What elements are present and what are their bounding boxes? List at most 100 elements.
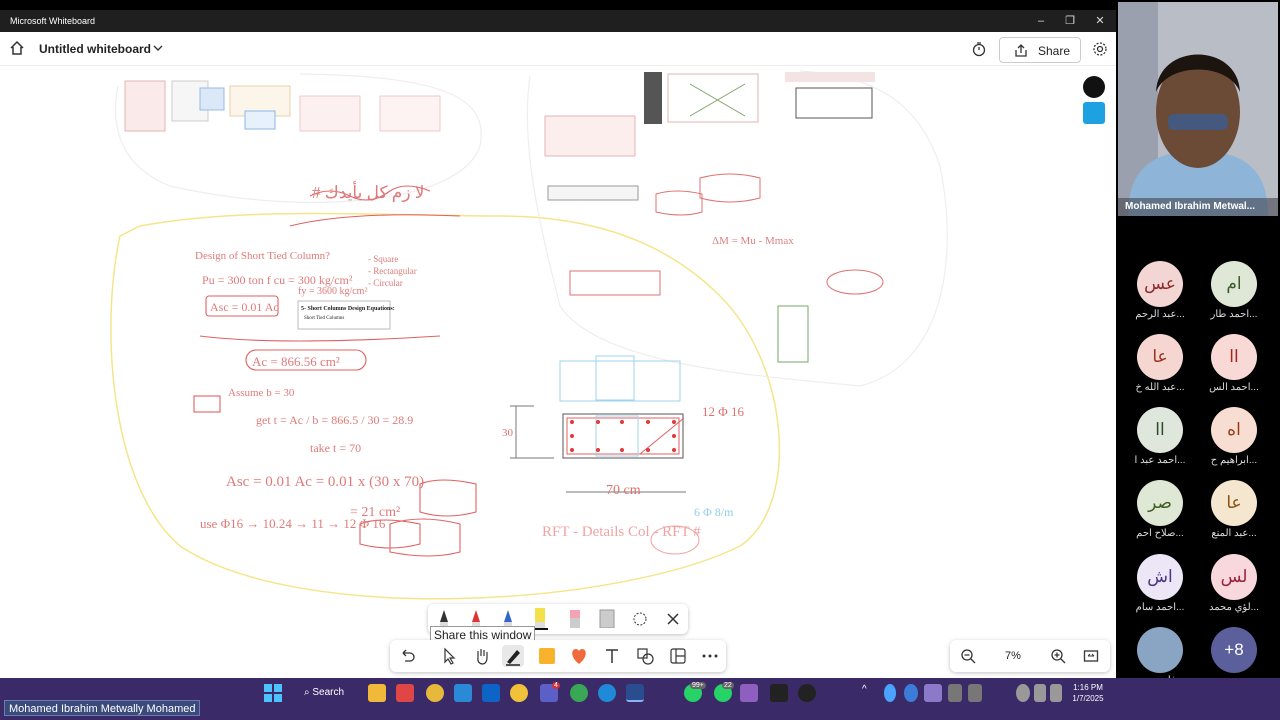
attendee-tile[interactable]: عا عبد المنع... [1204, 480, 1264, 539]
attendee-name: عبد الله خ... [1135, 382, 1185, 393]
zoom-in-icon[interactable] [1050, 648, 1066, 664]
lasso-icon[interactable] [632, 611, 648, 627]
pen-red-icon[interactable] [470, 608, 482, 628]
attendee-tile[interactable]: ام احمد طار... [1204, 261, 1264, 320]
group-outline-left [115, 73, 482, 203]
attendee-name: احمد سام... [1135, 602, 1185, 613]
attendee-avatar: اا [1137, 407, 1183, 453]
battery-icon[interactable] [1050, 684, 1062, 702]
attendee-name: ابراهيم ح... [1210, 455, 1258, 466]
keyboard-icon[interactable] [948, 684, 962, 702]
chevron-down-icon[interactable] [152, 41, 164, 55]
note-rect: - Rectangular [368, 266, 417, 276]
zoom-level: 7% [1005, 650, 1021, 662]
pen-blue-icon[interactable] [502, 608, 514, 628]
attendee-tile[interactable]: لس لؤي محمد... [1204, 554, 1264, 613]
sticky-notes-icon[interactable] [1083, 102, 1105, 124]
templates-icon[interactable] [667, 645, 689, 667]
presenter-video: Mohamed Ibrahim Metwal... [1118, 2, 1278, 216]
app-red-icon[interactable] [396, 684, 414, 702]
document-title[interactable]: Untitled whiteboard [39, 42, 151, 56]
chrome-profile-icon[interactable] [570, 684, 588, 702]
share-label: Share [1038, 44, 1071, 58]
tray-app-icon[interactable] [904, 684, 918, 702]
search-label: Search [312, 687, 345, 698]
eq-subtitle: Short Tied Columns [304, 316, 344, 321]
display-icon[interactable] [968, 684, 982, 702]
home-icon[interactable] [9, 40, 25, 56]
whiteboard-taskbar-icon[interactable] [626, 684, 644, 702]
outlook-icon[interactable] [482, 684, 500, 702]
reactions-heart-icon[interactable] [568, 645, 590, 667]
note-arabic-title: # لا زم كل بأيدك [312, 180, 424, 203]
attendee-tile[interactable]: اه ابراهيم ح... [1204, 407, 1264, 466]
close-window-button[interactable]: ✕ [1085, 13, 1115, 29]
ink-tool-button[interactable] [502, 645, 524, 667]
note-ac-result: Ac = 866.56 cm² [252, 354, 340, 369]
note-assume: Assume b = 30 [228, 387, 295, 399]
wifi-icon[interactable] [1016, 684, 1030, 702]
attendee-tile[interactable]: اش احمد سام... [1130, 554, 1190, 613]
note-circular: - Circular [368, 278, 403, 288]
attendee-avatar: اا [1211, 334, 1257, 380]
sticky-note-icon[interactable] [536, 645, 558, 667]
attendee-tile[interactable]: اا احمد عبد ا... [1130, 407, 1190, 466]
notes-cluster-top-left [124, 80, 441, 132]
maps-pin-icon[interactable] [798, 684, 816, 702]
app-purple-icon[interactable] [740, 684, 758, 702]
fit-to-screen-icon[interactable] [1083, 648, 1099, 664]
attendee-tile[interactable]: عس عبد الرحم... [1130, 261, 1190, 320]
bluetooth-icon[interactable] [884, 684, 896, 702]
ink-strokes-right [569, 173, 884, 363]
taskbar-clock[interactable]: 1:16 PM 1/7/2025 [1066, 682, 1110, 704]
file-explorer-icon[interactable] [368, 684, 386, 702]
taskbar-search[interactable]: ⌕ Search [304, 683, 364, 703]
text-icon[interactable] [601, 645, 623, 667]
attendee-avatar: ام [1211, 261, 1257, 307]
edge-icon[interactable] [598, 684, 616, 702]
attendee-avatar: +8 [1211, 627, 1257, 673]
minimize-button[interactable]: – [1026, 13, 1056, 29]
attendee-name: احمد طار... [1210, 309, 1258, 320]
attendee-tile[interactable]: اا احمد الس... [1204, 334, 1264, 393]
attendee-tile[interactable]: صر صلاح احم... [1130, 480, 1190, 539]
whatsapp-business-badge: 22 [722, 682, 734, 689]
attendee-tile[interactable]: +8 [1204, 627, 1264, 675]
more-icon[interactable] [699, 645, 721, 667]
chevron-up-icon[interactable]: ^ [862, 684, 874, 702]
note-use: use Φ16 → 10.24 → 11 → 12 Φ 16 [200, 516, 386, 531]
zoom-out-icon[interactable] [960, 648, 976, 664]
app-yellow-icon[interactable] [510, 684, 528, 702]
restore-button[interactable]: ❐ [1055, 13, 1085, 29]
calculator-icon[interactable] [454, 684, 472, 702]
timer-icon[interactable] [971, 41, 987, 57]
note-square: - Square [368, 254, 398, 264]
ruler-icon[interactable] [598, 608, 616, 628]
windows-start-icon[interactable] [264, 684, 282, 702]
board-drawing: # لا زم كل بأيدك Design of Short Tied Co… [110, 70, 948, 600]
volume-icon[interactable] [1034, 684, 1046, 702]
share-button[interactable]: Share [999, 37, 1081, 63]
ink-strokes-left [193, 185, 477, 557]
pen-black-icon[interactable] [438, 608, 450, 628]
note-take: take t = 70 [310, 441, 361, 455]
note-dm: ΔM = Mu - Mmax [712, 235, 794, 247]
eraser-icon[interactable] [568, 608, 582, 628]
select-pointer-icon[interactable] [438, 645, 460, 667]
shapes-icon[interactable] [634, 645, 656, 667]
pen-app-icon[interactable] [770, 684, 788, 702]
clock-time: 1:16 PM [1073, 683, 1103, 692]
undo-icon[interactable] [396, 645, 418, 667]
attendee-avatar: عس [1137, 261, 1183, 307]
close-tray-icon[interactable] [666, 612, 680, 626]
presenter-name: Mohamed Ibrahim Metwal... [1118, 198, 1278, 216]
microphone-icon[interactable] [924, 684, 942, 702]
attendee-tile[interactable]: عا عبد الله خ... [1130, 334, 1190, 393]
whiteboard-canvas[interactable]: # لا زم كل بأيدك Design of Short Tied Co… [0, 66, 1116, 678]
note-asc: Asc = 0.01 Ac [210, 300, 279, 314]
gear-icon[interactable] [1092, 41, 1108, 57]
hand-pan-icon[interactable] [471, 645, 493, 667]
lightbulb-icon[interactable] [1083, 76, 1105, 98]
chrome-icon[interactable] [426, 684, 444, 702]
attendee-name: احمد الس... [1209, 382, 1259, 393]
